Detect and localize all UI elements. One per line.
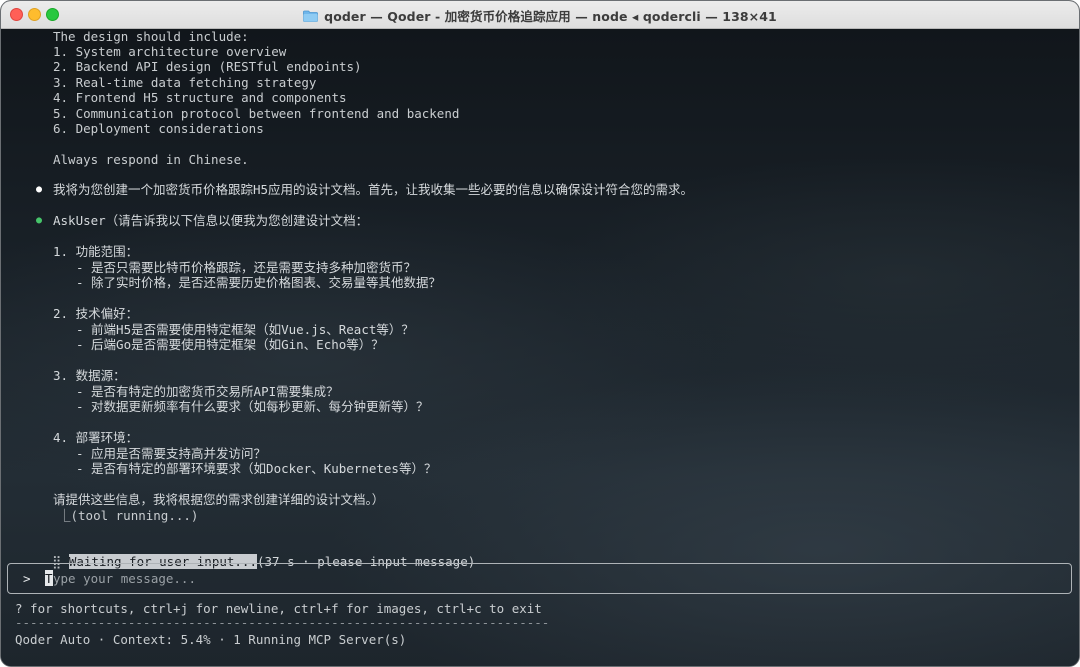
design-item: 6. Deployment considerations [53,121,264,136]
assistant-message: 我将为您创建一个加密货币价格跟踪H5应用的设计文档。首先，让我收集一些必要的信息… [53,182,694,197]
message-input[interactable]: > T ype your message... [7,563,1072,594]
assistant-bullet-icon: ● [36,184,43,195]
folder-icon [303,9,319,22]
status-info: Qoder Auto · Context: 5.4% · 1 Running M… [15,632,407,647]
title-bar: qoder — Qoder - 加密货币价格追踪应用 — node ◂ qode… [1,1,1079,29]
tool-bullet-icon: ● [36,215,43,226]
question-heading: 3. 数据源： [53,368,126,383]
design-item: 3. Real-time data fetching strategy [53,75,317,90]
question-heading: 4. 部署环境： [53,430,139,445]
design-intro: The design should include: [53,29,249,44]
design-item: 4. Frontend H5 structure and components [53,90,347,105]
terminal-window: qoder — Qoder - 加密货币价格追踪应用 — node ◂ qode… [0,0,1080,667]
terminal-content[interactable]: The design should include: 1. System arc… [1,29,1079,666]
question-item: - 除了实时价格，是否还需要历史价格图表、交易量等其他数据？ [76,275,442,290]
question-heading: 1. 功能范围： [53,244,139,259]
question-item: - 是否有特定的加密货币交易所API需要集成？ [76,384,339,399]
window-title-area: qoder — Qoder - 加密货币价格追踪应用 — node ◂ qode… [1,1,1079,29]
design-item: 5. Communication protocol between fronte… [53,106,460,121]
closing-message: 请提供这些信息，我将根据您的需求创建详细的设计文档。） [53,492,385,507]
design-item: 1. System architecture overview [53,44,287,59]
question-item: - 对数据更新频率有什么要求（如每秒更新、每分钟更新等）？ [76,399,429,414]
question-item: - 后端Go是否需要使用特定框架（如Gin、Echo等）？ [76,337,384,352]
footer-divider: ----------------------------------------… [15,615,550,630]
question-item: - 是否有特定的部署环境要求（如Docker、Kubernetes等）？ [76,461,437,476]
tool-status: ⎿(tool running...) [58,508,199,523]
design-item: 2. Backend API design (RESTful endpoints… [53,59,362,74]
cursor-char: T [45,571,53,586]
question-item: - 是否只需要比特币价格跟踪，还是需要支持多种加密货币？ [76,260,417,275]
prompt-chevron-icon: > [23,571,31,586]
window-title: qoder — Qoder - 加密货币价格追踪应用 — node ◂ qode… [324,8,777,24]
question-heading: 2. 技术偏好： [53,306,139,321]
language-note: Always respond in Chinese. [53,152,249,167]
question-item: - 应用是否需要支持高并发访问？ [76,446,267,461]
message-placeholder: ype your message... [53,571,196,586]
shortcuts-hint: ? for shortcuts, ctrl+j for newline, ctr… [15,601,542,616]
tool-call: AskUser（请告诉我以下信息以便我为您创建设计文档： [53,213,369,228]
question-item: - 前端H5是否需要使用特定框架（如Vue.js、React等）？ [76,322,414,337]
